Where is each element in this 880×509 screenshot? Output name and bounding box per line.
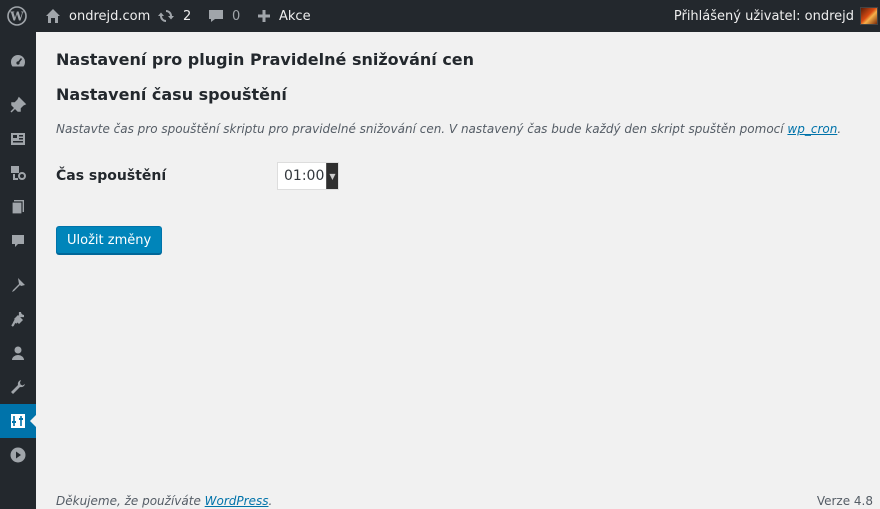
- links-icon[interactable]: [0, 156, 36, 190]
- comments-link[interactable]: 0: [207, 0, 240, 32]
- new-content-link[interactable]: Akce: [256, 0, 311, 32]
- site-name: ondrejd.com: [69, 8, 151, 24]
- save-button[interactable]: Uložit změny: [56, 226, 163, 254]
- wordpress-link[interactable]: WordPress: [205, 494, 269, 508]
- plus-icon: [256, 8, 272, 24]
- description-text: Nastavte čas pro spouštění skriptu pro p…: [56, 122, 788, 136]
- pin-icon[interactable]: [0, 88, 36, 122]
- admin-bar: W ondrejd.com 2 0 Akce Přihlášený uživat…: [0, 0, 880, 32]
- dashboard-icon[interactable]: [0, 44, 36, 78]
- site-link[interactable]: ondrejd.com: [44, 0, 150, 32]
- field-label: Čas spouštění: [56, 168, 167, 184]
- wp-cron-link[interactable]: wp_cron: [787, 122, 837, 136]
- section-title: Nastavení času spouštění: [56, 85, 287, 104]
- appearance-icon[interactable]: [0, 268, 36, 302]
- settings-description: Nastavte čas pro spouštění skriptu pro p…: [56, 122, 841, 136]
- users-icon[interactable]: [0, 336, 36, 370]
- admin-menu: [0, 32, 36, 509]
- time-value: 01:00: [284, 168, 325, 184]
- updates-count: 2: [183, 8, 192, 24]
- footer-thanks: Děkujeme, že používáte WordPress.: [56, 494, 272, 508]
- footer-version: Verze 4.8: [816, 494, 873, 508]
- media-icon[interactable]: [0, 122, 36, 156]
- wordpress-logo-icon[interactable]: W: [7, 0, 29, 32]
- settings-icon[interactable]: [0, 404, 36, 438]
- comment-icon: [207, 7, 225, 25]
- chevron-down-icon[interactable]: ▼: [326, 163, 338, 189]
- comments-count: 0: [232, 8, 241, 24]
- collapse-icon[interactable]: [0, 438, 36, 472]
- page-title: Nastavení pro plugin Pravidelné snižován…: [56, 50, 475, 69]
- my-account-link[interactable]: Přihlášený uživatel: ondrejd: [674, 0, 880, 32]
- description-suffix: .: [837, 122, 842, 136]
- pages-icon[interactable]: [0, 190, 36, 224]
- comments-icon[interactable]: [0, 224, 36, 258]
- footer-thanks-text: Děkujeme, že používáte: [56, 494, 205, 508]
- tools-icon[interactable]: [0, 370, 36, 404]
- home-icon: [44, 7, 62, 25]
- plugins-icon[interactable]: [0, 302, 36, 336]
- avatar: [860, 7, 878, 25]
- new-label: Akce: [279, 8, 311, 24]
- svg-text:W: W: [9, 10, 24, 24]
- time-select[interactable]: 01:00 ▼: [277, 162, 339, 190]
- updates-icon: [157, 7, 175, 25]
- footer-thanks-suffix: .: [268, 494, 273, 508]
- account-label: Přihlášený uživatel: ondrejd: [673, 8, 854, 24]
- updates-link[interactable]: 2: [157, 0, 191, 32]
